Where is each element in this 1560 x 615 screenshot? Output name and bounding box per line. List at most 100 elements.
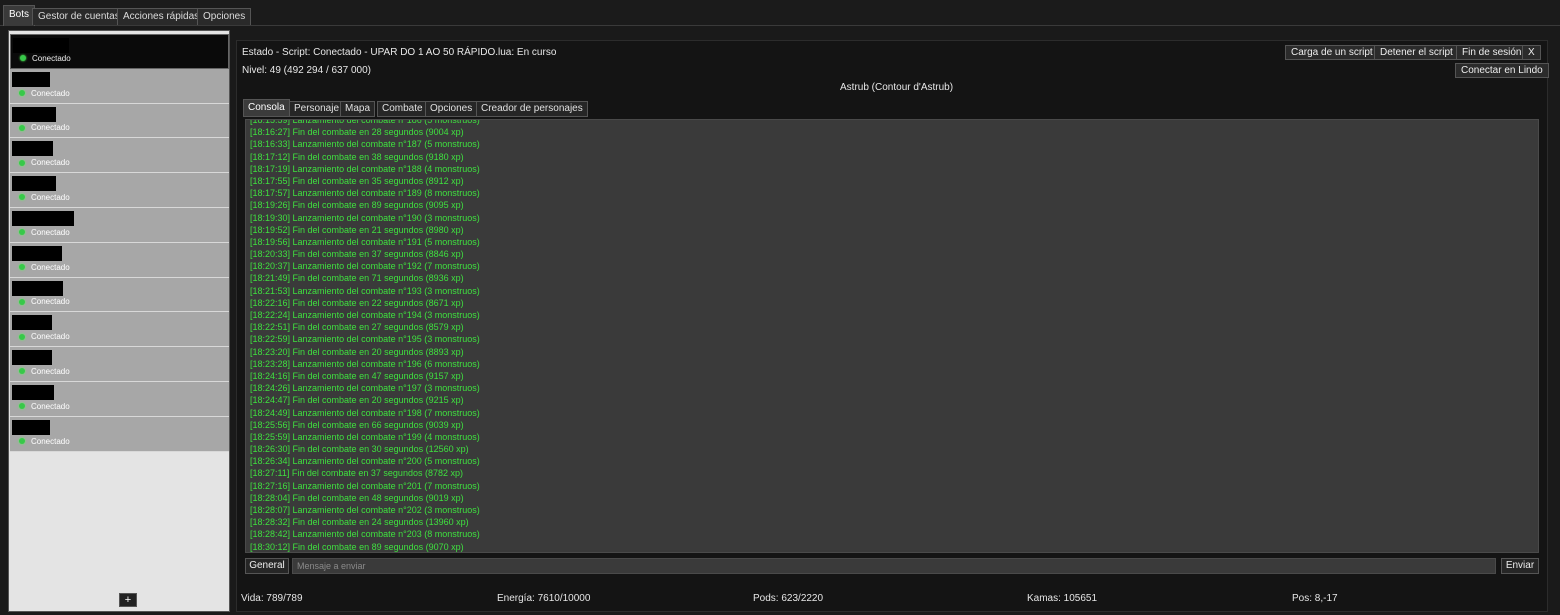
bot-name-redacted xyxy=(12,280,63,296)
bot-status: Conectado xyxy=(19,401,70,412)
main-panel: Estado - Script: Conectado - UPAR DO 1 A… xyxy=(236,40,1549,612)
console-line: [18:30:12] Fin del combate en 89 segundo… xyxy=(250,541,464,552)
console-line: [18:28:07] Lanzamiento del combate n°202… xyxy=(250,505,480,515)
add-bot-button[interactable]: + xyxy=(119,593,137,607)
stat-pods: Pods: 623/2220 xyxy=(753,593,824,604)
status-dot-icon xyxy=(19,124,25,131)
console-line: [18:28:42] Lanzamiento del combate n°203… xyxy=(250,529,480,540)
console-line: [18:17:19] Lanzamiento del combate n°188… xyxy=(250,163,480,174)
bot-name-redacted xyxy=(13,38,69,53)
bot-item[interactable]: Conectado xyxy=(10,173,229,208)
bot-list-panel: Conectado Conectado Conectado Conectado … xyxy=(8,30,230,612)
console-line: [18:17:57] Lanzamiento del combate n°189… xyxy=(250,188,480,199)
bot-status: Conectado xyxy=(19,296,70,307)
tab-personaje[interactable]: Personaje xyxy=(289,101,345,117)
console-line: [18:17:55] Fin del combate en 35 segundo… xyxy=(250,175,464,186)
bot-item[interactable]: Conectado xyxy=(10,103,229,139)
console-line: [18:25:59] Lanzamiento del combate n°199… xyxy=(250,431,480,442)
bot-name-redacted xyxy=(12,384,54,400)
stat-kamas: Kamas: 105651 xyxy=(1027,593,1098,604)
tab-mapa[interactable]: Mapa xyxy=(340,101,376,117)
console-line: [18:22:59] Lanzamiento del combate n°195… xyxy=(250,334,480,345)
stop-script-button[interactable]: Detener el script xyxy=(1374,45,1459,60)
bot-status: Conectado xyxy=(19,122,70,133)
console-line: [18:28:32] Fin del combate en 24 segundo… xyxy=(250,517,469,528)
bot-item[interactable]: Conectado xyxy=(10,242,229,278)
tab-creador-de-personajes[interactable]: Creador de personajes xyxy=(476,101,588,117)
console-line: [18:21:53] Lanzamiento del combate n°193… xyxy=(250,285,480,296)
console-line: [18:22:24] Lanzamiento del combate n°194… xyxy=(250,310,480,320)
stat-energia: Energía: 7610/10000 xyxy=(497,593,591,604)
bot-item[interactable]: Conectado xyxy=(10,34,229,69)
status-dot-icon xyxy=(19,368,25,375)
console-line: [18:22:51] Fin del combate en 27 segundo… xyxy=(250,322,464,333)
console-line: [18:24:49] Lanzamiento del combate n°198… xyxy=(250,407,480,418)
bot-status: Conectado xyxy=(19,331,70,342)
bot-status: Conectado xyxy=(20,53,71,64)
console-line: [18:19:30] Lanzamiento del combate n°190… xyxy=(250,212,480,223)
console-line: [18:26:30] Fin del combate en 30 segundo… xyxy=(250,444,469,455)
tab-gestor-de-cuentas[interactable]: Gestor de cuentas xyxy=(32,8,126,25)
console-line: [18:23:28] Lanzamiento del combate n°196… xyxy=(250,358,480,369)
bot-name-redacted xyxy=(12,350,52,366)
console-line: [18:17:12] Fin del combate en 38 segundo… xyxy=(250,151,464,162)
character-stats-bar: Vida: 789/789 Energía: 7610/10000 Pods: … xyxy=(241,593,1541,607)
bot-item[interactable]: Conectado xyxy=(10,207,229,243)
console-line: [18:15:59] Lanzamiento del combate n°186… xyxy=(250,119,480,125)
bot-status: Conectado xyxy=(19,262,70,273)
console-line: [18:21:49] Fin del combate en 71 segundo… xyxy=(250,273,464,284)
console-line: [18:24:16] Fin del combate en 47 segundo… xyxy=(250,370,464,381)
status-dot-icon xyxy=(19,264,25,271)
bot-name-redacted xyxy=(12,106,56,122)
console-line: [18:23:20] Fin del combate en 20 segundo… xyxy=(250,346,464,357)
bot-status: Conectado xyxy=(19,366,70,377)
channel-general-button[interactable]: General xyxy=(245,558,289,574)
status-dot-icon xyxy=(19,333,25,340)
bot-item[interactable]: Conectado xyxy=(10,277,229,313)
bot-status: Conectado xyxy=(19,227,70,238)
status-dot-icon xyxy=(19,229,25,236)
tab-opciones-bot[interactable]: Opciones xyxy=(425,101,478,117)
console-log[interactable]: [18:15:59] Lanzamiento del combate n°186… xyxy=(245,119,1539,553)
close-button[interactable]: X xyxy=(1522,45,1541,60)
bot-name-redacted xyxy=(12,141,53,157)
console-line: [18:19:56] Lanzamiento del combate n°191… xyxy=(250,236,480,247)
bot-name-redacted xyxy=(12,315,52,331)
bot-item[interactable]: Conectado xyxy=(10,347,229,382)
status-dot-icon xyxy=(19,194,25,201)
status-dot-icon xyxy=(19,438,25,445)
level-text: Nivel: 49 (492 294 / 637 000) xyxy=(242,65,371,76)
console-line: [18:16:27] Fin del combate en 28 segundo… xyxy=(250,127,464,138)
status-dot-icon xyxy=(20,55,26,62)
bot-item[interactable]: Conectado xyxy=(10,68,229,104)
bot-name-redacted xyxy=(12,210,74,226)
console-line: [18:24:26] Lanzamiento del combate n°197… xyxy=(250,383,480,394)
console-line: [18:28:04] Fin del combate en 48 segundo… xyxy=(250,492,464,503)
logout-button[interactable]: Fin de sesión xyxy=(1456,45,1528,60)
map-name: Astrub (Contour d'Astrub) xyxy=(840,82,954,93)
bot-status: Conectado xyxy=(19,88,70,99)
message-input[interactable] xyxy=(292,558,1496,574)
bot-item[interactable]: Conectado xyxy=(10,312,229,348)
console-line: [18:22:16] Fin del combate en 22 segundo… xyxy=(250,297,464,308)
tab-consola[interactable]: Consola xyxy=(243,99,290,117)
console-lines: [18:15:59] Lanzamiento del combate n°186… xyxy=(250,119,1530,552)
send-button[interactable]: Enviar xyxy=(1501,558,1539,574)
bot-name-redacted xyxy=(12,176,56,192)
tab-opciones[interactable]: Opciones xyxy=(197,8,252,25)
tab-acciones-rapidas[interactable]: Acciones rápidas xyxy=(117,8,206,25)
console-line: [18:19:26] Fin del combate en 89 segundo… xyxy=(250,200,464,211)
tab-combate[interactable]: Combate xyxy=(377,101,428,117)
console-line: [18:25:56] Fin del combate en 66 segundo… xyxy=(250,419,464,430)
load-script-button[interactable]: Carga de un script xyxy=(1285,45,1379,60)
connect-lindo-button[interactable]: Conectar en Lindo xyxy=(1455,63,1549,78)
bot-item[interactable]: Conectado xyxy=(10,138,229,174)
console-line: [18:26:34] Lanzamiento del combate n°200… xyxy=(250,456,480,467)
top-tab-bar: Bots Gestor de cuentas Acciones rápidas … xyxy=(0,0,1560,26)
tab-bots[interactable]: Bots xyxy=(3,5,36,26)
status-dot-icon xyxy=(19,298,25,305)
bot-item[interactable]: Conectado xyxy=(10,381,229,417)
status-dot-icon xyxy=(19,159,25,166)
console-line: [18:27:11] Fin del combate en 37 segundo… xyxy=(250,468,463,479)
bot-item[interactable]: Conectado xyxy=(10,416,229,452)
